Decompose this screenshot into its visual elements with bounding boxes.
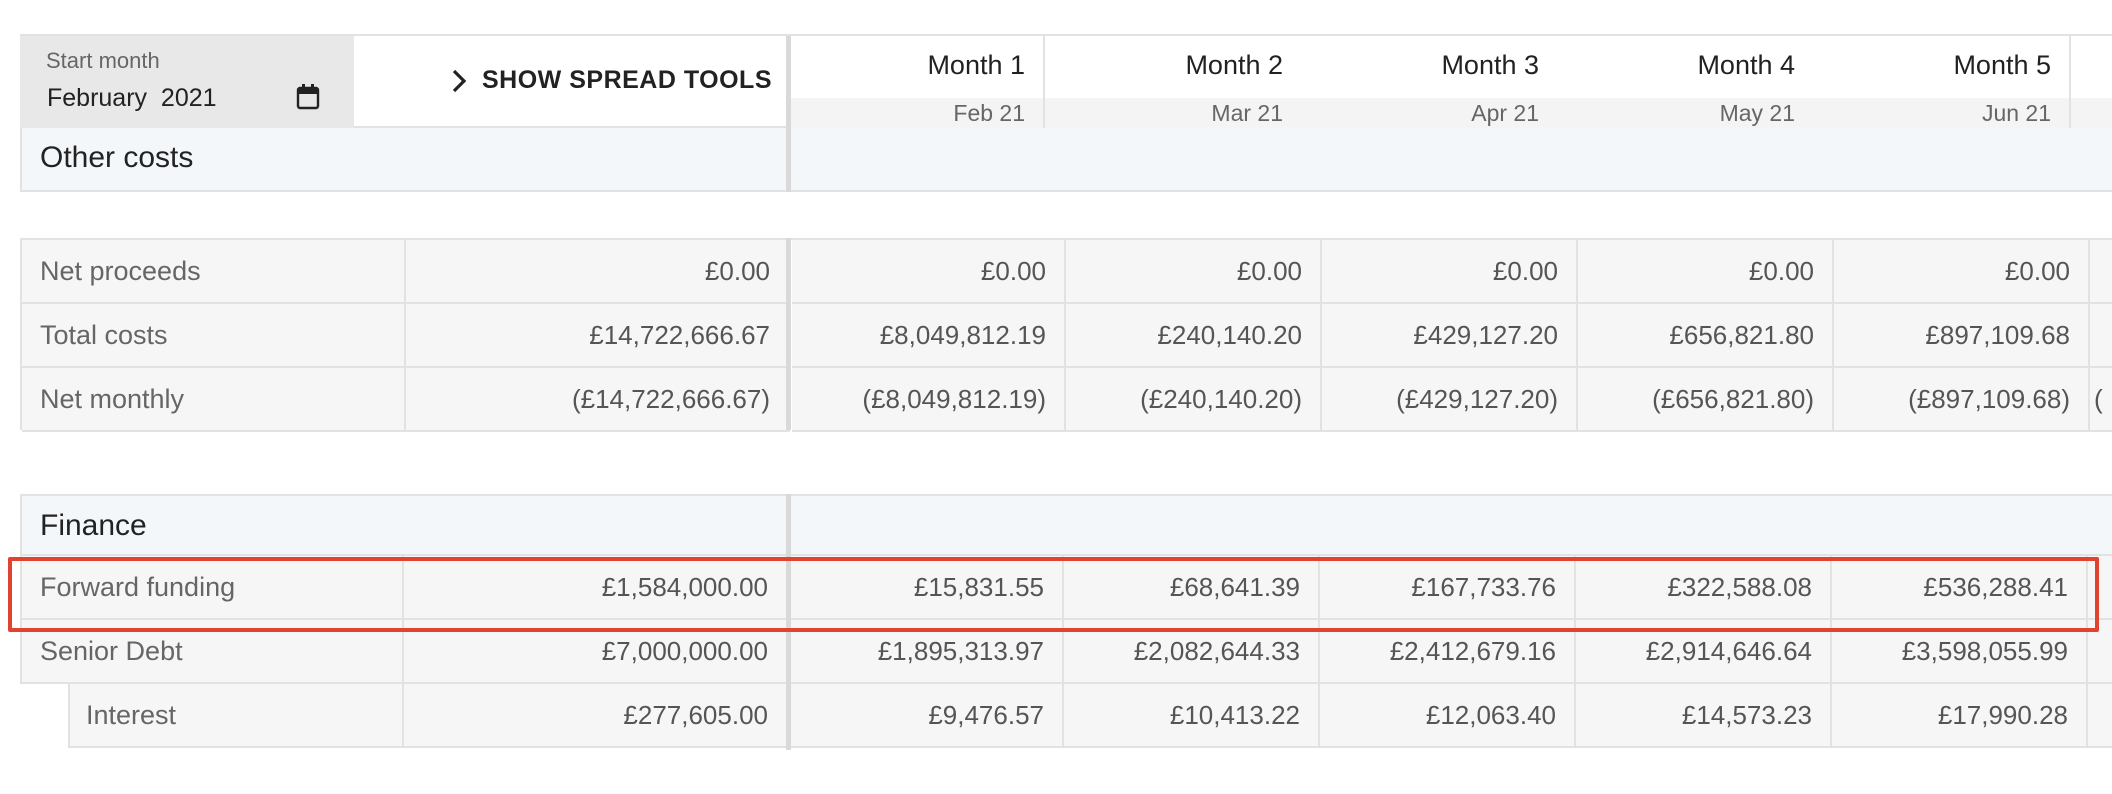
- month-value[interactable]: £656,821.80: [1578, 304, 1834, 368]
- month-header-cell: Month 3 Apr 21: [1301, 36, 1559, 130]
- frozen-column-divider[interactable]: [786, 238, 791, 430]
- month-value[interactable]: £17,990.28: [1832, 684, 2088, 748]
- month-header-cell: Month 2 Mar 21: [1045, 36, 1303, 130]
- month-value[interactable]: £240,140.20: [1066, 304, 1322, 368]
- row-label: Total costs: [22, 304, 406, 368]
- month-header-cell: Month 5 Jun 21: [1813, 36, 2071, 130]
- month-header-overflow: [2071, 98, 2112, 130]
- month-value[interactable]: £429,127.20: [1322, 304, 1578, 368]
- month-date: Jun 21: [1813, 98, 2069, 130]
- row-overflow: [2088, 684, 2112, 748]
- section-title: Finance: [40, 509, 147, 542]
- row-total: £14,722,666.67: [406, 304, 790, 368]
- month-value-overflow: (: [2090, 368, 2112, 432]
- month-value[interactable]: £0.00: [792, 240, 1066, 304]
- show-spread-tools-button[interactable]: SHOW SPREAD TOOLS: [354, 36, 786, 128]
- month-value[interactable]: £9,476.57: [790, 684, 1064, 748]
- calendar-icon[interactable]: [296, 84, 320, 110]
- start-month-label: Start month: [46, 48, 160, 73]
- month-label: Month 1: [927, 50, 1025, 80]
- start-month-value[interactable]: February 2021: [47, 84, 217, 113]
- row-total: (£14,722,666.67): [406, 368, 790, 432]
- month-value[interactable]: £0.00: [1066, 240, 1322, 304]
- start-month-field[interactable]: Start month February 2021: [20, 36, 354, 128]
- month-header-cell: Month 4 May 21: [1557, 36, 1815, 130]
- row-total: £0.00: [406, 240, 790, 304]
- chevron-right-icon: [450, 68, 468, 94]
- month-value[interactable]: £12,063.40: [1320, 684, 1576, 748]
- frozen-column-divider[interactable]: [786, 36, 791, 192]
- month-header-row: Month 1 Feb 21 Month 2 Mar 21 Month 3 Ap…: [791, 36, 2112, 130]
- month-date: Apr 21: [1301, 98, 1557, 130]
- month-value[interactable]: (£897,109.68): [1834, 368, 2090, 432]
- row-highlight-box: [8, 557, 2099, 632]
- show-spread-tools-label: SHOW SPREAD TOOLS: [482, 66, 773, 94]
- month-label: Month 3: [1441, 50, 1539, 80]
- month-header-cell: Month 1 Feb 21: [791, 36, 1045, 130]
- month-value[interactable]: £897,109.68: [1834, 304, 2090, 368]
- finance-section-header: Finance: [20, 494, 2112, 556]
- row-label: Interest: [68, 684, 404, 748]
- month-value[interactable]: £0.00: [1834, 240, 2090, 304]
- month-date: May 21: [1557, 98, 1813, 130]
- month-label: Month 4: [1697, 50, 1795, 80]
- month-label: Month 2: [1185, 50, 1283, 80]
- month-date: Feb 21: [791, 98, 1043, 130]
- month-value[interactable]: (£8,049,812.19): [792, 368, 1066, 432]
- month-value-overflow: [2090, 304, 2112, 368]
- month-value[interactable]: £0.00: [1322, 240, 1578, 304]
- month-value[interactable]: £14,573.23: [1576, 684, 1832, 748]
- row-total: £277,605.00: [404, 684, 788, 748]
- month-value[interactable]: £0.00: [1578, 240, 1834, 304]
- month-label: Month 5: [1953, 50, 2051, 80]
- section-title: Other costs: [40, 141, 194, 174]
- month-value[interactable]: (£656,821.80): [1578, 368, 1834, 432]
- month-date: Mar 21: [1045, 98, 1301, 130]
- month-value[interactable]: £10,413.22: [1064, 684, 1320, 748]
- month-value[interactable]: (£240,140.20): [1066, 368, 1322, 432]
- month-value[interactable]: £8,049,812.19: [792, 304, 1066, 368]
- month-value-overflow: [2090, 240, 2112, 304]
- row-label: Net monthly: [22, 368, 406, 432]
- summary-table: Net proceeds £0.00 £0.00 £0.00 £0.00 £0.…: [20, 238, 2112, 432]
- month-value[interactable]: (£429,127.20): [1322, 368, 1578, 432]
- row-label: Net proceeds: [22, 240, 406, 304]
- other-costs-section-header: Other costs: [20, 128, 2112, 192]
